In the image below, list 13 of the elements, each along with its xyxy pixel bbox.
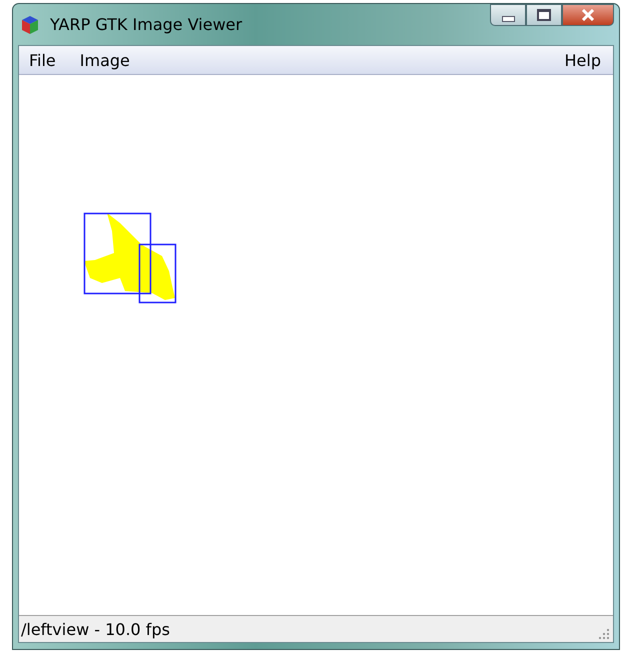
status-text: /leftview - 10.0 fps (21, 620, 170, 638)
resize-grip-icon[interactable] (599, 629, 609, 639)
close-button[interactable] (562, 4, 614, 26)
maximize-button[interactable] (526, 4, 562, 26)
close-icon (580, 9, 596, 21)
cube-icon (20, 14, 40, 34)
menu-item[interactable]: Image (68, 50, 142, 70)
window-title: YARP GTK Image Viewer (50, 15, 244, 34)
maximize-icon (537, 9, 551, 21)
minimize-button[interactable] (490, 4, 526, 26)
menu-item[interactable]: Help (552, 50, 613, 70)
minimize-icon (502, 16, 514, 22)
menu-item[interactable]: File (19, 50, 68, 70)
